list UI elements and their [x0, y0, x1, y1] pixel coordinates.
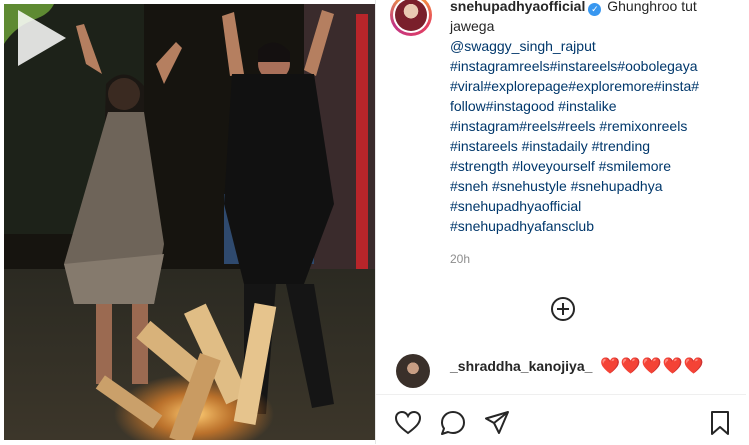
- commenter-username[interactable]: _shraddha_kanojiya_: [450, 358, 592, 374]
- caption-line-hashtags[interactable]: #snehupadhyafansclub: [450, 216, 742, 236]
- caption-line-hashtags[interactable]: #viral#explorepage#exploremore#insta#: [450, 76, 742, 96]
- post-action-bar: [376, 394, 746, 445]
- post-caption: snehupadhyaofficial ✓ Ghunghroo tut jaweg…: [450, 0, 742, 236]
- caption-line-hashtags[interactable]: #strength #loveyourself #smilemore: [450, 156, 742, 176]
- caption-line-hashtags[interactable]: #sneh #snehustyle #snehupadhya: [450, 176, 742, 196]
- commenter-avatar[interactable]: [396, 354, 430, 388]
- avatar-ring: [393, 0, 429, 33]
- author-username[interactable]: snehupadhyaofficial: [450, 0, 585, 14]
- plus-circle-icon[interactable]: [550, 296, 576, 322]
- post-side-panel: snehupadhyaofficial ✓ Ghunghroo tut jaweg…: [375, 0, 746, 444]
- share-icon[interactable]: [483, 409, 511, 437]
- caption-line-hashtags[interactable]: #instagramreels#instareels#oobolegaya: [450, 56, 742, 76]
- caption-line-hashtags[interactable]: #instareels #instadaily #trending: [450, 136, 742, 156]
- heart-icon[interactable]: [394, 409, 422, 437]
- verified-badge-icon: ✓: [588, 3, 602, 16]
- post-timestamp[interactable]: 20h: [450, 252, 470, 266]
- caption-line-hashtags[interactable]: #instagram#reels#reels #remixonreels: [450, 116, 742, 136]
- avatar-image: [395, 0, 427, 31]
- instagram-post: snehupadhyaofficial ✓ Ghunghroo tut jaweg…: [0, 0, 749, 444]
- bookmark-icon[interactable]: [706, 409, 734, 437]
- caption-line-hashtags[interactable]: follow#instagood #instalike: [450, 96, 742, 116]
- caption-line-hashtags[interactable]: #snehupadhyaofficial: [450, 196, 742, 216]
- play-icon[interactable]: [4, 4, 72, 72]
- comment-text: ❤️❤️❤️❤️❤️: [600, 358, 705, 375]
- comment-icon[interactable]: [439, 409, 467, 437]
- author-avatar[interactable]: [390, 0, 432, 36]
- comment-row: _shraddha_kanojiya_ ❤️❤️❤️❤️❤️: [396, 354, 736, 388]
- caption-line-mention[interactable]: @swaggy_singh_rajput: [450, 36, 742, 56]
- reel-video[interactable]: [4, 4, 375, 440]
